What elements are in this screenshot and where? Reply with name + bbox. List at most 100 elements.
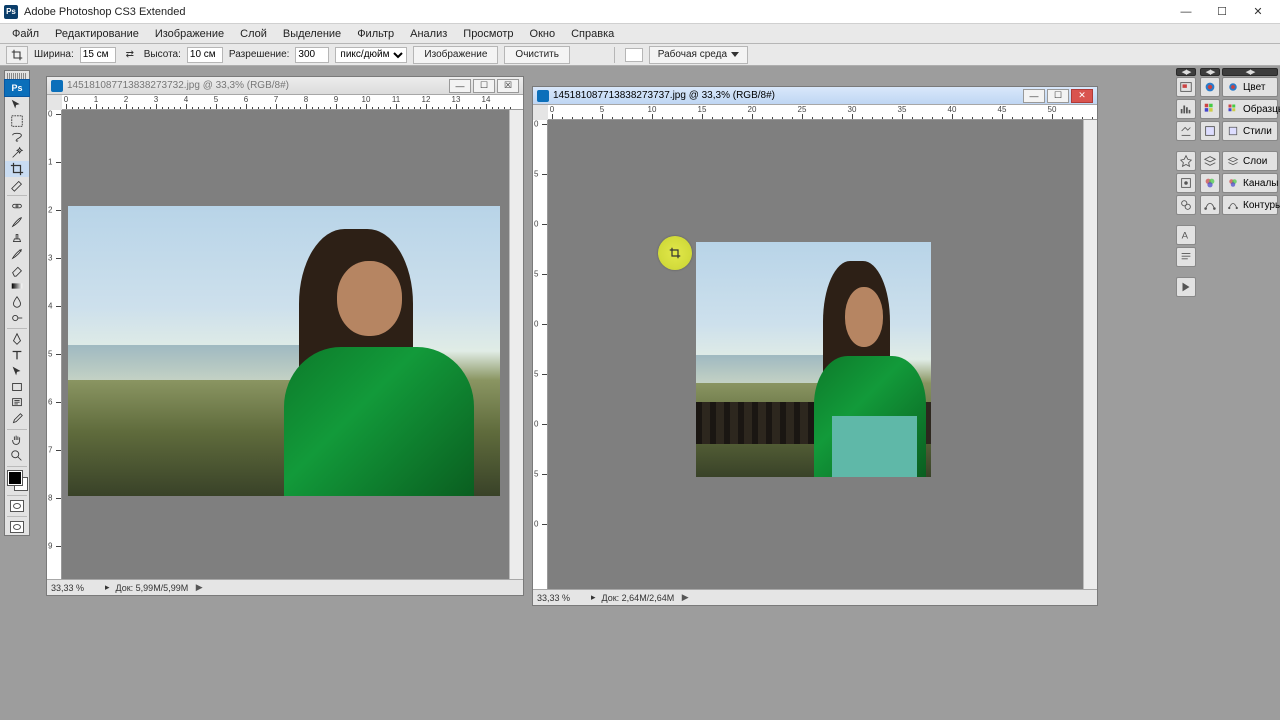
- doc1-status-icon[interactable]: ▸: [105, 582, 110, 593]
- menu-filter[interactable]: Фильтр: [349, 26, 402, 42]
- window-maximize-button[interactable]: ☐: [1204, 2, 1240, 22]
- eraser-tool[interactable]: [5, 262, 29, 278]
- crop-tool[interactable]: [5, 161, 29, 177]
- foreground-color-swatch[interactable]: [8, 471, 22, 485]
- menu-edit[interactable]: Редактирование: [47, 26, 147, 42]
- paths-panel-tab[interactable]: Контуры: [1222, 195, 1278, 215]
- pen-tool[interactable]: [5, 331, 29, 347]
- lasso-tool[interactable]: [5, 129, 29, 145]
- doc1-zoom-value[interactable]: 33,33 %: [51, 583, 99, 593]
- doc1-vertical-ruler[interactable]: 0123456789: [47, 110, 62, 579]
- menu-image[interactable]: Изображение: [147, 26, 232, 42]
- doc1-horizontal-ruler[interactable]: 01234567891011121314: [62, 95, 523, 110]
- menu-help[interactable]: Справка: [563, 26, 622, 42]
- doc2-horizontal-ruler[interactable]: 05101520253035404550: [548, 105, 1097, 120]
- type-tool[interactable]: [5, 347, 29, 363]
- doc2-vertical-scrollbar[interactable]: [1083, 120, 1097, 589]
- document-window-2[interactable]: 145181087713838273737.jpg @ 33,3% (RGB/8…: [532, 86, 1098, 606]
- hand-tool[interactable]: [5, 432, 29, 448]
- quick-mask-toggle[interactable]: [5, 498, 29, 514]
- actions-panel-icon[interactable]: [1176, 277, 1196, 297]
- tool-presets-panel-icon[interactable]: [1176, 151, 1196, 171]
- paragraph-panel-icon[interactable]: [1176, 247, 1196, 267]
- doc2-status-menu[interactable]: ▶: [680, 592, 690, 603]
- swatches-panel-tab[interactable]: Образцы: [1222, 99, 1278, 119]
- doc2-maximize-button[interactable]: ☐: [1047, 89, 1069, 103]
- menu-file[interactable]: Файл: [4, 26, 47, 42]
- doc1-status-bar: 33,33 % ▸ Док: 5,99M/5,99M ▶: [47, 579, 523, 595]
- front-image-button[interactable]: Изображение: [413, 46, 498, 64]
- color-swatches[interactable]: [5, 469, 29, 493]
- character-panel-icon[interactable]: A: [1176, 225, 1196, 245]
- doc2-minimize-button[interactable]: ―: [1023, 89, 1045, 103]
- screen-mode-toggle[interactable]: [5, 519, 29, 535]
- navigator-panel-icon[interactable]: [1176, 77, 1196, 97]
- doc2-status-icon[interactable]: ▸: [591, 592, 596, 603]
- doc1-canvas[interactable]: [62, 110, 523, 579]
- channels-panel-icon[interactable]: [1200, 173, 1220, 193]
- doc1-close-button[interactable]: ☒: [497, 79, 519, 93]
- width-input[interactable]: [80, 47, 116, 63]
- color-panel-tab[interactable]: Цвет: [1222, 77, 1278, 97]
- marquee-tool[interactable]: [5, 113, 29, 129]
- channels-panel-tab[interactable]: Каналы: [1222, 173, 1278, 193]
- histogram-panel-icon[interactable]: [1176, 99, 1196, 119]
- layers-panel-icon[interactable]: [1200, 151, 1220, 171]
- resolution-input[interactable]: [295, 47, 329, 63]
- paths-panel-icon[interactable]: [1200, 195, 1220, 215]
- height-input[interactable]: [187, 47, 223, 63]
- resolution-units-select[interactable]: пикс/дюйм: [335, 47, 407, 63]
- doc2-close-button[interactable]: ✕: [1071, 89, 1093, 103]
- panel-dock-grip[interactable]: ◀▶: [1200, 68, 1220, 76]
- doc2-vertical-ruler[interactable]: 050505050: [533, 120, 548, 589]
- document-window-1[interactable]: 145181087713838273732.jpg @ 33,3% (RGB/8…: [46, 76, 524, 596]
- window-close-button[interactable]: ✕: [1240, 2, 1276, 22]
- path-selection-tool[interactable]: [5, 363, 29, 379]
- zoom-tool[interactable]: [5, 448, 29, 464]
- doc2-canvas[interactable]: [548, 120, 1097, 589]
- blur-tool[interactable]: [5, 294, 29, 310]
- info-panel-icon[interactable]: [1176, 121, 1196, 141]
- move-tool[interactable]: [5, 97, 29, 113]
- panel-dock-column-1: ◀▶ A: [1176, 68, 1196, 299]
- clone-stamp-tool[interactable]: [5, 230, 29, 246]
- menu-view[interactable]: Просмотр: [455, 26, 521, 42]
- dodge-tool[interactable]: [5, 310, 29, 326]
- doc1-vertical-scrollbar[interactable]: [509, 110, 523, 579]
- crop-tool-preset-icon[interactable]: [6, 46, 28, 64]
- workspace-dropdown[interactable]: Рабочая среда: [649, 46, 748, 64]
- brush-tool[interactable]: [5, 214, 29, 230]
- doc1-minimize-button[interactable]: ―: [449, 79, 471, 93]
- menu-analysis[interactable]: Анализ: [402, 26, 455, 42]
- doc2-zoom-value[interactable]: 33,33 %: [537, 593, 585, 603]
- swap-dimensions-icon[interactable]: ⇄: [124, 49, 136, 61]
- slice-tool[interactable]: [5, 177, 29, 193]
- magic-wand-tool[interactable]: [5, 145, 29, 161]
- styles-panel-icon[interactable]: [1200, 121, 1220, 141]
- history-brush-tool[interactable]: [5, 246, 29, 262]
- clone-source-panel-icon[interactable]: [1176, 195, 1196, 215]
- gradient-tool[interactable]: [5, 278, 29, 294]
- screen-modes-icon[interactable]: [625, 48, 643, 62]
- document-2-titlebar[interactable]: 145181087713838273737.jpg @ 33,3% (RGB/8…: [533, 87, 1097, 105]
- rectangle-tool[interactable]: [5, 379, 29, 395]
- color-panel-icon[interactable]: [1200, 77, 1220, 97]
- panel-dock-grip[interactable]: ◀▶: [1176, 68, 1196, 76]
- menu-select[interactable]: Выделение: [275, 26, 349, 42]
- window-minimize-button[interactable]: ―: [1168, 2, 1204, 22]
- spot-healing-tool[interactable]: [5, 198, 29, 214]
- panel-dock-grip[interactable]: ◀▶: [1222, 68, 1278, 76]
- brushes-panel-icon[interactable]: [1176, 173, 1196, 193]
- swatches-panel-icon[interactable]: [1200, 99, 1220, 119]
- notes-tool[interactable]: [5, 395, 29, 411]
- eyedropper-tool[interactable]: [5, 411, 29, 427]
- styles-panel-tab[interactable]: Стили: [1222, 121, 1278, 141]
- panel-dock-column-3: ◀▶ Цвет Образцы Стили Слои Каналы Контур…: [1222, 68, 1278, 217]
- clear-button[interactable]: Очистить: [504, 46, 570, 64]
- menu-layer[interactable]: Слой: [232, 26, 275, 42]
- doc1-maximize-button[interactable]: ☐: [473, 79, 495, 93]
- document-1-titlebar[interactable]: 145181087713838273732.jpg @ 33,3% (RGB/8…: [47, 77, 523, 95]
- layers-panel-tab[interactable]: Слои: [1222, 151, 1278, 171]
- menu-window[interactable]: Окно: [522, 26, 564, 42]
- doc1-status-menu[interactable]: ▶: [194, 582, 204, 593]
